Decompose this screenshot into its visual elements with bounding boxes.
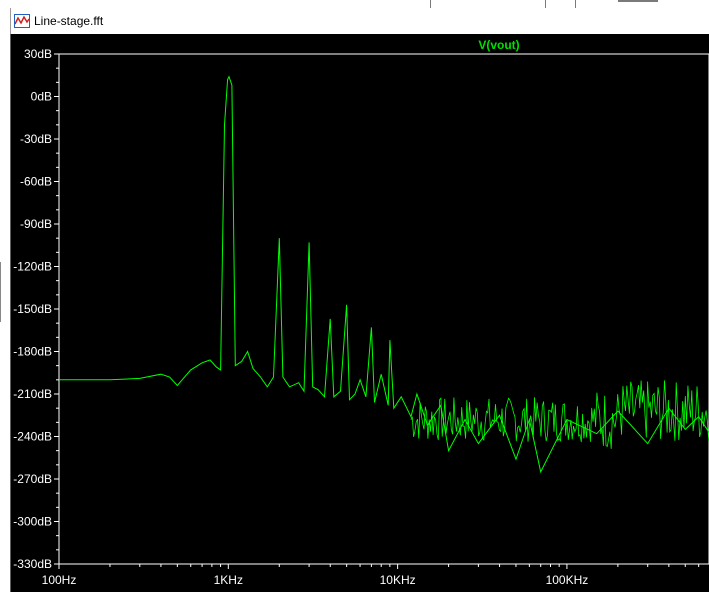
background-window-fragment	[0, 262, 1, 322]
y-tick-label: -120dB	[13, 260, 52, 274]
y-tick-label: -30dB	[20, 132, 52, 146]
y-tick-label: -330dB	[13, 557, 52, 571]
y-tick-label: 0dB	[31, 90, 52, 104]
labels: 30dB 0dB -30dB -60dB -90dB -120dB -150dB -180dB…	[13, 38, 588, 587]
window-title: Line-stage.fft	[34, 14, 104, 28]
y-tick-label: -240dB	[13, 430, 52, 444]
x-tick-label: 10KHz	[380, 573, 416, 587]
y-tick-label: 30dB	[24, 47, 52, 61]
axes	[54, 53, 709, 569]
plot-border	[58, 53, 709, 565]
y-tick-label: -270dB	[13, 472, 52, 486]
background-window-fragment	[618, 0, 658, 2]
background-window-fragment	[545, 0, 546, 8]
plot-pane[interactable]: 30dB 0dB -30dB -60dB -90dB -120dB -150dB -180dB…	[10, 34, 709, 592]
background-window-fragment	[575, 0, 576, 8]
background-window-fragment	[430, 0, 431, 8]
x-tick-label: 100Hz	[42, 573, 77, 587]
trace-legend-label[interactable]: V(vout)	[478, 38, 519, 52]
app-window: Line-stage.fft 30dB 0dB -30dB -60dB -90dB -12…	[0, 0, 709, 592]
x-tick-label: 100KHz	[546, 573, 589, 587]
trace-vout-noise	[410, 380, 709, 449]
y-tick-label: -150dB	[13, 302, 52, 316]
waveform-icon	[14, 14, 30, 28]
x-tick-label: 1KHz	[214, 573, 243, 587]
y-tick-label: -300dB	[13, 515, 52, 529]
y-tick-label: -210dB	[13, 387, 52, 401]
window-titlebar[interactable]: Line-stage.fft	[10, 8, 709, 34]
y-tick-label: -180dB	[13, 345, 52, 359]
fft-chart[interactable]: 30dB 0dB -30dB -60dB -90dB -120dB -150dB -180dB…	[11, 34, 709, 592]
trace-vout	[59, 75, 709, 474]
y-tick-label: -60dB	[20, 175, 52, 189]
trace-layer	[59, 75, 709, 474]
y-tick-label: -90dB	[20, 217, 52, 231]
